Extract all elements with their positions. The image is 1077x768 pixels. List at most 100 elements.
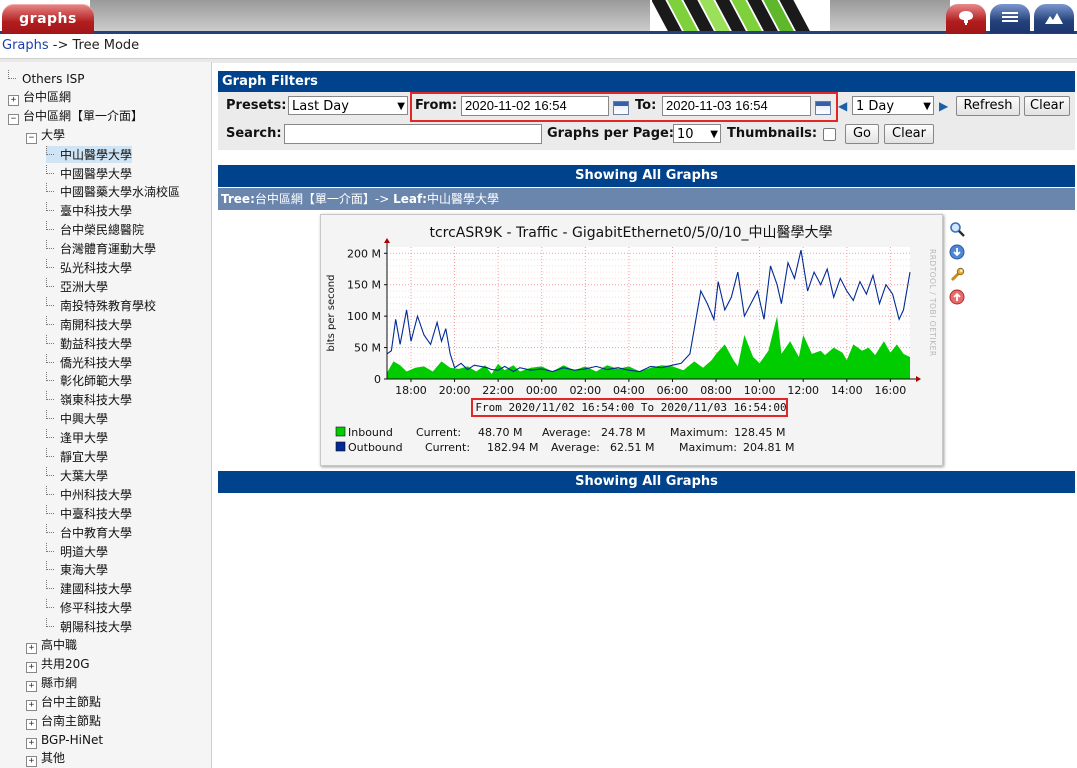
- expand-icon[interactable]: +: [8, 94, 19, 106]
- tree-node[interactable]: 朝陽科技大學: [46, 618, 132, 635]
- tree-node[interactable]: 台中教育大學: [46, 523, 132, 541]
- tree-node[interactable]: + 台中區網: [8, 89, 71, 106]
- y-tick-label: 0: [374, 373, 381, 386]
- tree-node[interactable]: 中臺科技大學: [46, 504, 132, 522]
- x-tick-label: 06:00: [657, 384, 689, 397]
- legend-average-value: 62.51 M: [610, 441, 654, 454]
- legend-swatch: [335, 441, 346, 452]
- legend-maximum-label: Maximum:: [670, 426, 728, 439]
- tree-node[interactable]: 勤益科技大學: [46, 334, 132, 352]
- tree-node[interactable]: 靜宜大學: [46, 448, 108, 465]
- refresh-button[interactable]: Refresh: [956, 96, 1020, 116]
- tree-icon: [959, 11, 973, 25]
- tree-node[interactable]: + BGP-HiNet: [26, 732, 103, 749]
- tree-node[interactable]: + 高中職: [26, 637, 77, 654]
- expand-icon[interactable]: +: [26, 756, 37, 768]
- tree-node[interactable]: 僑光科技大學: [46, 353, 132, 371]
- tree-node-label: 共用20G: [41, 656, 90, 671]
- tree-node[interactable]: 逢甲大學: [46, 429, 108, 446]
- expand-icon[interactable]: +: [26, 718, 37, 730]
- expand-icon[interactable]: +: [26, 699, 37, 711]
- shift-left-icon[interactable]: ◀: [838, 99, 847, 113]
- timespan-value: 1 Day: [856, 99, 895, 114]
- tree-node[interactable]: + 台南主節點: [26, 713, 101, 730]
- collapse-icon[interactable]: −: [26, 132, 37, 144]
- tree-node[interactable]: + 其他: [26, 750, 65, 768]
- tree-leaf-connector: [46, 448, 54, 457]
- expand-icon[interactable]: +: [26, 643, 37, 654]
- tree-leaf-connector: [46, 145, 54, 155]
- tree-view-button[interactable]: [946, 4, 986, 33]
- x-tick-label: 04:00: [613, 384, 645, 397]
- tree-leaf-connector: [46, 504, 54, 514]
- tree-node-label: 南開科技大學: [60, 317, 133, 332]
- legend-current-label: Current:: [425, 441, 470, 454]
- tree-node[interactable]: 建國科技大學: [46, 580, 132, 597]
- tree-node[interactable]: 中山醫學大學: [46, 145, 133, 163]
- tree-node[interactable]: + 縣市網: [26, 675, 77, 692]
- legend-current-label: Current:: [416, 426, 461, 439]
- tree-node[interactable]: − 台中區網【單一介面】: [8, 108, 143, 125]
- breadcrumb-graphs-link[interactable]: Graphs: [2, 38, 49, 53]
- tree-leaf-connector: [46, 277, 54, 287]
- tree-node-label: 嶺東科技大學: [60, 393, 133, 408]
- tree-node[interactable]: 大葉大學: [46, 466, 108, 484]
- legend-average-label: Average:: [542, 426, 591, 439]
- zoom-icon[interactable]: [949, 221, 965, 237]
- expand-icon[interactable]: +: [26, 737, 37, 749]
- breadcrumb: Graphs -> Tree Mode: [2, 38, 139, 53]
- tree-node-label: 台中區網: [23, 89, 72, 104]
- tree-node[interactable]: 修平科技大學: [46, 599, 132, 616]
- list-view-button[interactable]: [990, 4, 1030, 33]
- search-input[interactable]: [284, 124, 542, 144]
- tree-node[interactable]: 弘光科技大學: [46, 259, 132, 276]
- tree-node[interactable]: 台灣體育運動大學: [46, 240, 156, 257]
- tree-node-label: 東海大學: [60, 563, 109, 578]
- search-label: Search:: [226, 126, 282, 141]
- tree-node[interactable]: Others ISP: [8, 70, 85, 87]
- tree-node[interactable]: + 台中主節點: [26, 694, 101, 711]
- tree-node[interactable]: 南開科技大學: [46, 315, 133, 333]
- legend-maximum-value: 128.45 M: [734, 426, 785, 439]
- tree-leaf-connector: [46, 410, 54, 420]
- preview-view-button[interactable]: [1034, 4, 1074, 33]
- tree-node[interactable]: 中州科技大學: [46, 485, 132, 503]
- thumbnails-checkbox[interactable]: [823, 128, 836, 141]
- tree-node[interactable]: 南投特殊教育學校: [46, 296, 156, 314]
- tree-node[interactable]: 東海大學: [46, 561, 108, 578]
- graphs-per-page-select[interactable]: 10 ▼: [673, 124, 721, 143]
- tree-node[interactable]: 明道大學: [46, 542, 108, 560]
- shift-right-icon[interactable]: ▶: [939, 99, 948, 113]
- go-button[interactable]: Go: [845, 124, 879, 144]
- clear-button[interactable]: Clear: [1024, 96, 1070, 116]
- tree-node[interactable]: 臺中科技大學: [46, 202, 132, 219]
- x-tick-label: 18:00: [395, 384, 427, 397]
- tree-node[interactable]: 彰化師範大學: [46, 372, 132, 389]
- tree-leaf-connector: [46, 202, 54, 212]
- tab-graphs[interactable]: graphs: [2, 4, 94, 34]
- presets-select[interactable]: Last Day ▼: [288, 96, 408, 115]
- csv-export-icon[interactable]: [949, 244, 965, 260]
- tree-node[interactable]: 中興大學: [46, 410, 108, 427]
- tree-node[interactable]: 嶺東科技大學: [46, 391, 132, 408]
- timespan-select[interactable]: 1 Day ▼: [852, 96, 934, 115]
- properties-icon[interactable]: [949, 267, 965, 283]
- expand-icon[interactable]: +: [26, 680, 37, 692]
- chevron-down-icon: ▼: [397, 101, 405, 112]
- tree-key: Tree:: [221, 192, 255, 206]
- clear-search-button[interactable]: Clear: [884, 124, 934, 144]
- expand-icon[interactable]: +: [26, 661, 37, 673]
- tree-node[interactable]: 亞洲大學: [46, 277, 108, 295]
- presets-label: Presets:: [226, 98, 287, 113]
- timespan-icon[interactable]: [949, 289, 965, 305]
- tree-node[interactable]: 中國醫學大學: [46, 164, 132, 182]
- tree-node[interactable]: − 大學: [26, 127, 65, 144]
- tree-node-label: 中興大學: [60, 412, 109, 427]
- x-tick-label: 10:00: [744, 384, 776, 397]
- y-tick-label: 100 M: [347, 310, 381, 323]
- collapse-icon[interactable]: −: [8, 113, 19, 125]
- tree-node[interactable]: 台中榮民總醫院: [46, 221, 144, 238]
- tree-node[interactable]: 中國醫藥大學水湳校區: [46, 183, 180, 200]
- tree-node[interactable]: + 共用20G: [26, 656, 90, 673]
- traffic-graph[interactable]: 0 50 M 100 M 150 M 200 M 18:00 20:00 22:00 00:00…: [320, 214, 943, 466]
